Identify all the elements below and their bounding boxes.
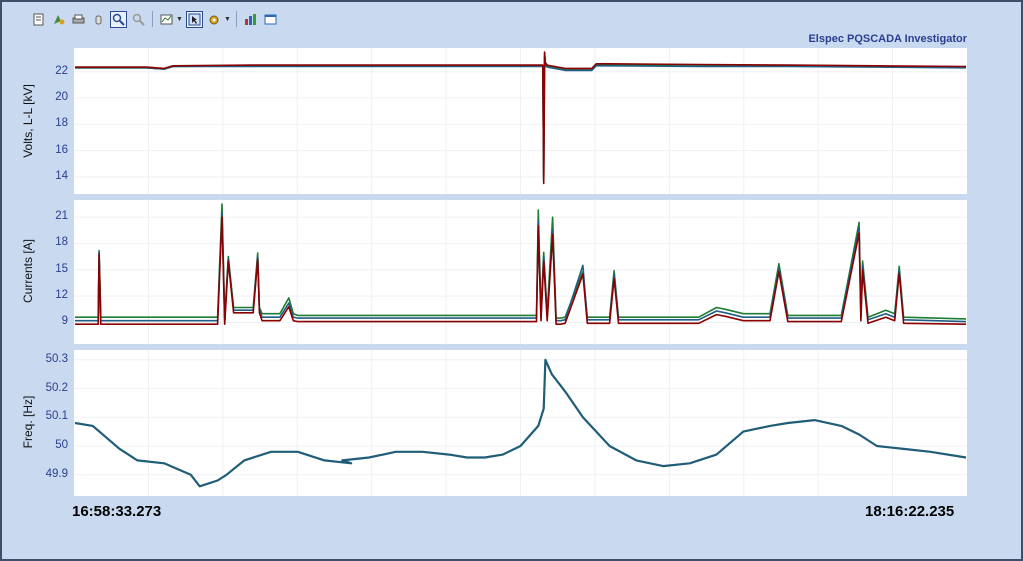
chart-svg [74, 48, 967, 194]
chart-svg [74, 350, 967, 496]
zoom-out-icon[interactable] [130, 11, 147, 28]
time-end-label: 18:16:22.235 [865, 503, 955, 520]
chart-type-icon[interactable] [158, 11, 175, 28]
toolbar-separator [235, 11, 237, 27]
zoom-in-icon[interactable] [110, 10, 127, 28]
chevron-down-icon[interactable]: ▼ [176, 16, 183, 23]
app-window: ▼ ▼ Elspec PQSCADA Investigator 16:58:33… [0, 0, 1023, 561]
print-icon[interactable] [70, 11, 87, 28]
current-plot [74, 200, 967, 344]
export-icon[interactable] [50, 11, 67, 28]
settings-icon[interactable] [206, 11, 223, 28]
chart-svg [74, 200, 967, 344]
properties-icon[interactable] [30, 11, 47, 28]
frequency-plot [74, 350, 967, 496]
y-axis-label: Volts, L-L [kV] [21, 84, 35, 158]
pan-icon[interactable] [90, 11, 107, 28]
y-axis-label: Freq. [Hz] [21, 395, 35, 449]
time-start-label: 16:58:33.273 [72, 503, 162, 520]
y-axis-label: Currents [A] [21, 238, 35, 304]
window-icon[interactable] [262, 11, 279, 28]
report-icon[interactable] [242, 11, 259, 28]
toolbar: ▼ ▼ [30, 9, 279, 29]
toolbar-separator [152, 11, 153, 27]
chevron-down-icon[interactable]: ▼ [224, 16, 231, 23]
voltage-plot [74, 48, 967, 194]
select-icon[interactable] [185, 10, 203, 28]
brand-label: Elspec PQSCADA Investigator [808, 33, 967, 45]
